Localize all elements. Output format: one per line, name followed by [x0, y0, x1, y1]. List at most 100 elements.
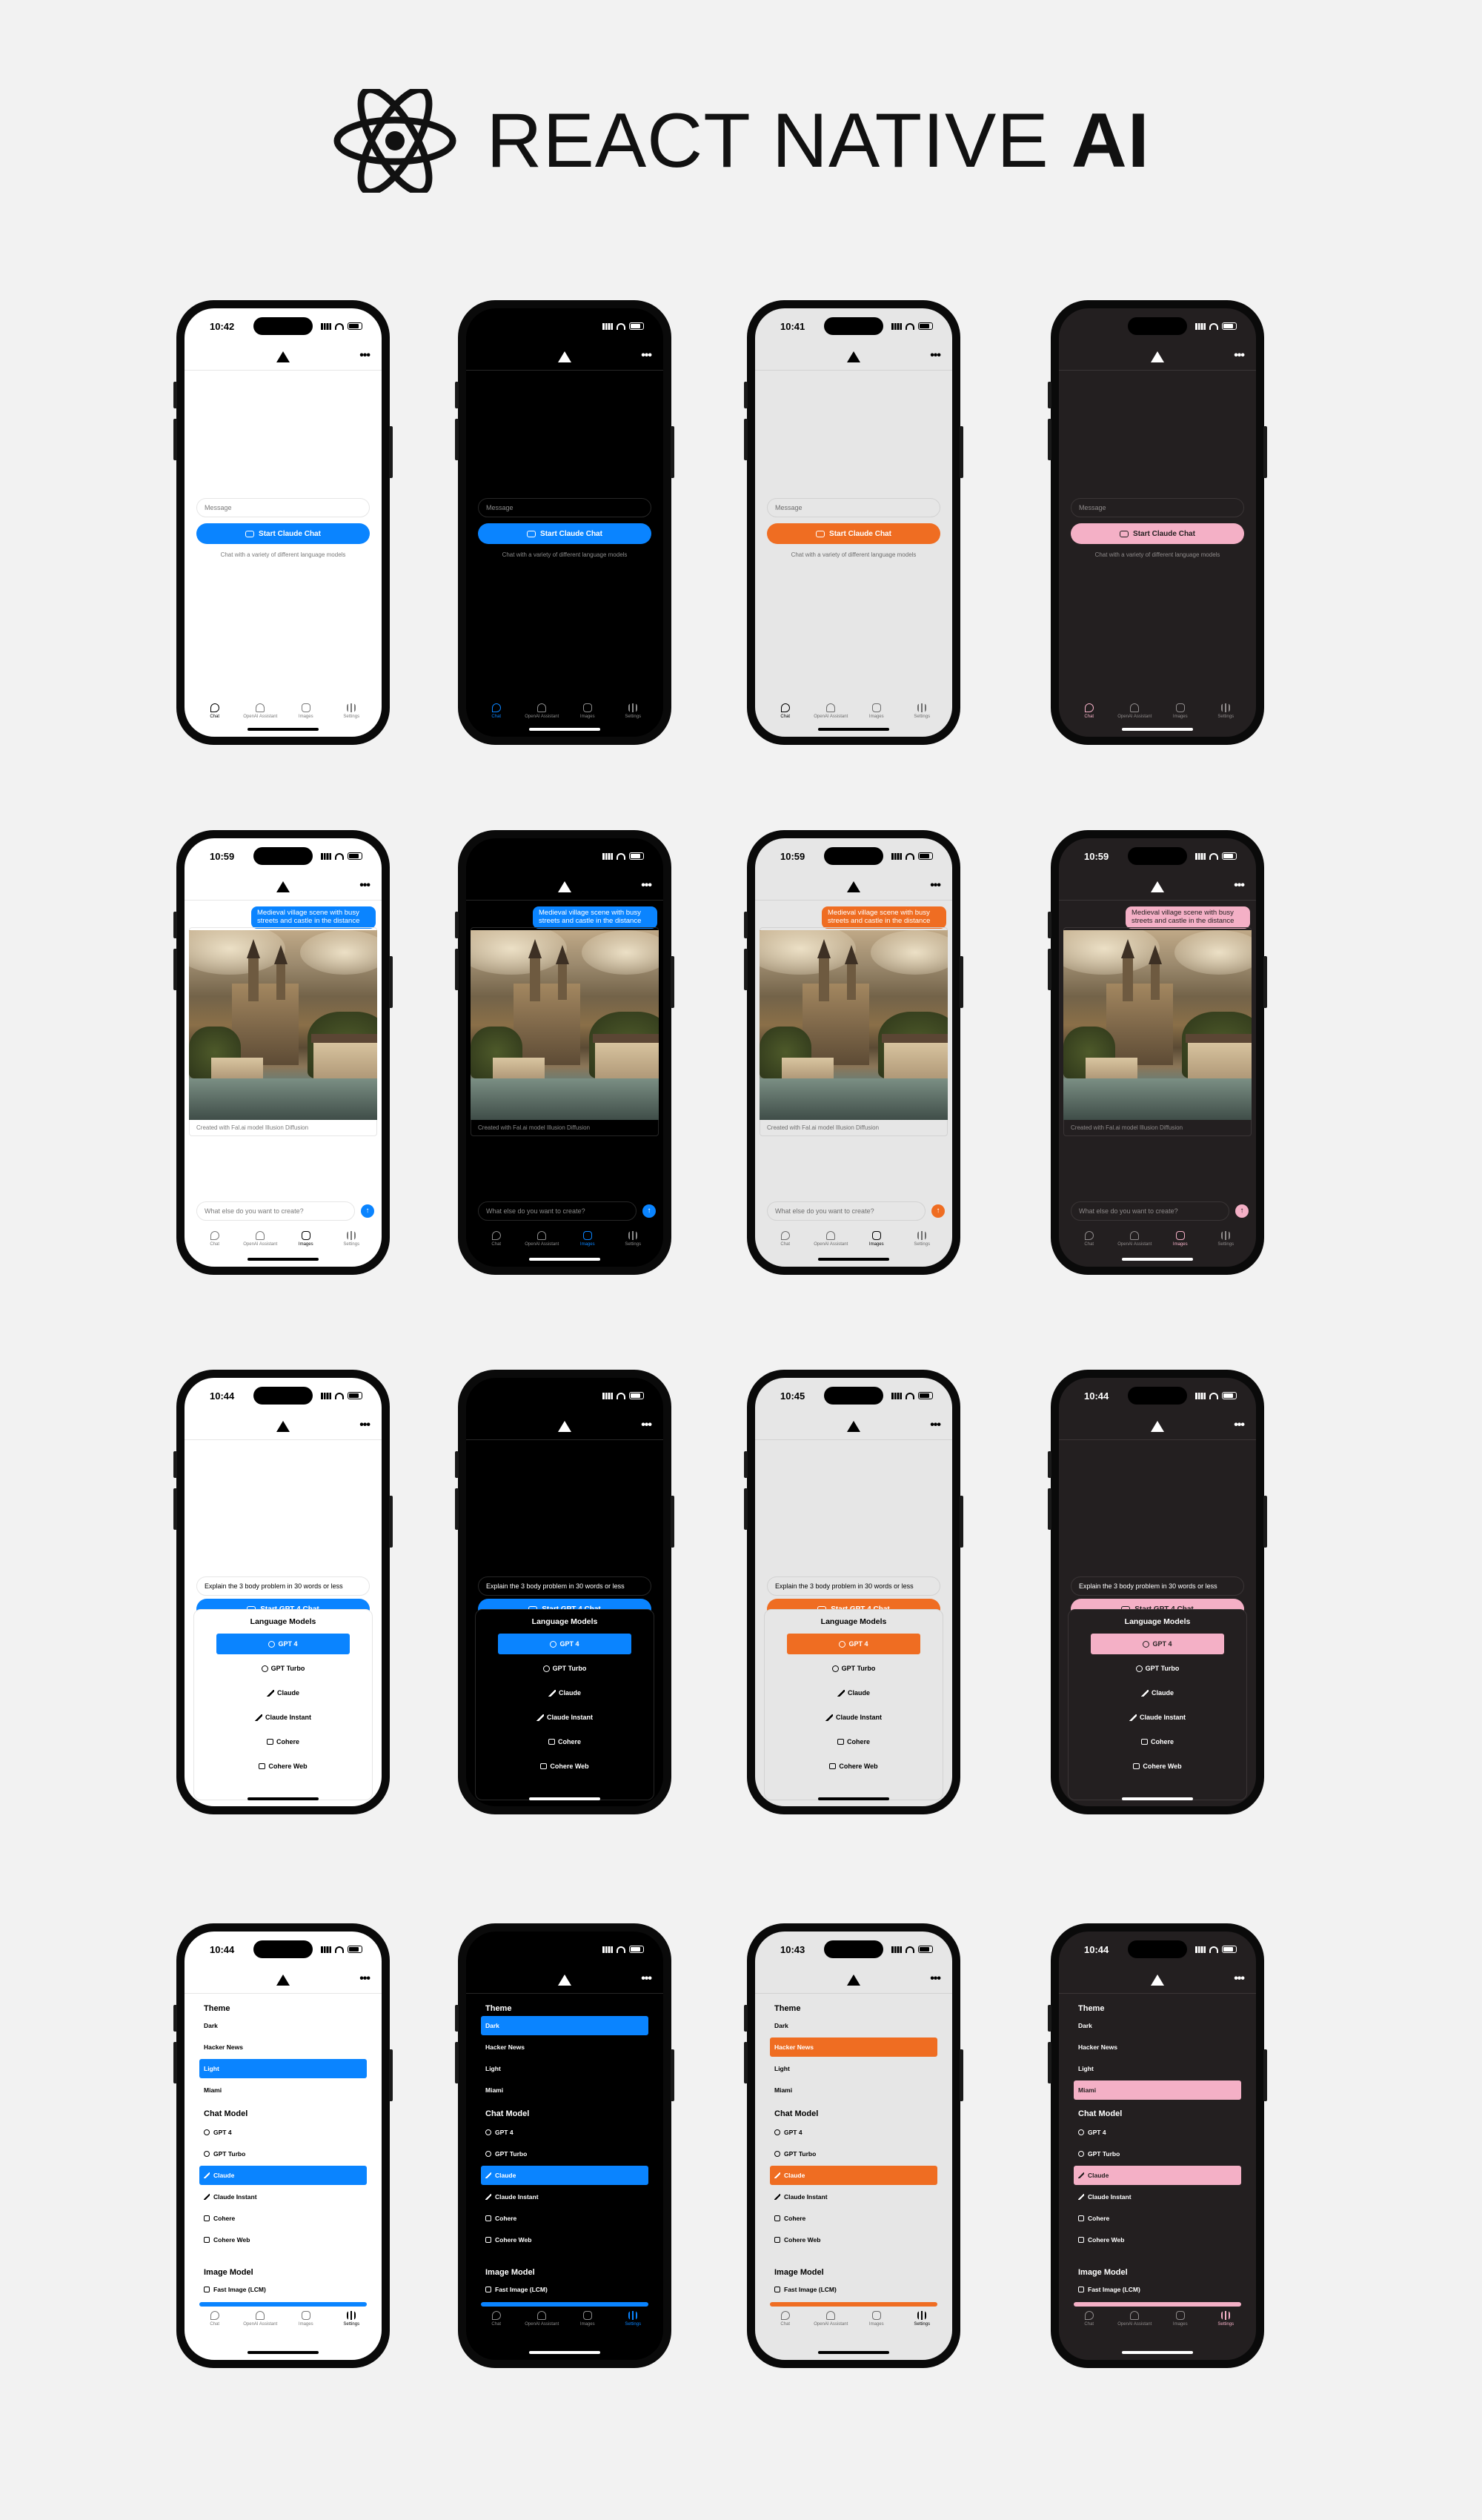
start-chat-button[interactable]: Start Claude Chat	[1071, 523, 1244, 544]
more-options-icon[interactable]: •••	[641, 1972, 652, 1986]
tab-3[interactable]: Settings	[900, 703, 944, 733]
chat-model-option[interactable]: Claude Instant	[199, 2187, 367, 2206]
tab-0[interactable]: Chat	[193, 1231, 237, 1261]
model-option[interactable]: Cohere Web	[1069, 1756, 1246, 1777]
send-button[interactable]: ↑	[931, 1204, 945, 1218]
tab-0[interactable]: Chat	[1067, 2311, 1112, 2341]
chat-model-option[interactable]: Cohere Web	[481, 2230, 648, 2249]
model-option[interactable]: GPT Turbo	[194, 1658, 372, 1679]
chat-model-option[interactable]: GPT 4	[199, 2123, 367, 2142]
chat-model-option[interactable]: Claude	[1074, 2166, 1241, 2185]
more-options-icon[interactable]: •••	[1234, 349, 1245, 362]
tab-0[interactable]: Chat	[474, 2311, 519, 2341]
chat-model-option[interactable]: GPT Turbo	[770, 2144, 937, 2163]
tab-0[interactable]: Chat	[763, 703, 808, 733]
tab-3[interactable]: Settings	[611, 2311, 655, 2341]
model-option[interactable]: Claude Instant	[1069, 1707, 1246, 1728]
tab-2[interactable]: Images	[1158, 1231, 1203, 1261]
image-model-option[interactable]: Fast Image (LCM)	[770, 2280, 937, 2299]
image-model-option-selected[interactable]	[199, 2302, 367, 2307]
theme-option[interactable]: Dark	[199, 2016, 367, 2035]
model-option[interactable]: Cohere	[476, 1731, 654, 1752]
chat-model-option[interactable]: Cohere Web	[770, 2230, 937, 2249]
model-option[interactable]: Claude	[194, 1682, 372, 1703]
tab-0[interactable]: Chat	[1067, 1231, 1112, 1261]
tab-3[interactable]: Settings	[1203, 703, 1248, 733]
tab-1[interactable]: OpenAI Assistant	[519, 2311, 564, 2341]
model-option[interactable]: GPT 4	[787, 1634, 920, 1654]
tab-2[interactable]: Images	[284, 1231, 328, 1261]
image-model-option[interactable]: Fast Image (LCM)	[199, 2280, 367, 2299]
model-option[interactable]: Cohere	[765, 1731, 943, 1752]
tab-3[interactable]: Settings	[611, 703, 655, 733]
tab-1[interactable]: OpenAI Assistant	[238, 1231, 282, 1261]
model-option[interactable]: Cohere	[1069, 1731, 1246, 1752]
chat-model-option[interactable]: Cohere Web	[1074, 2230, 1241, 2249]
prompt-input[interactable]: Explain the 3 body problem in 30 words o…	[767, 1576, 940, 1596]
more-options-icon[interactable]: •••	[1234, 1972, 1245, 1986]
tab-2[interactable]: Images	[565, 1231, 610, 1261]
tab-1[interactable]: OpenAI Assistant	[519, 1231, 564, 1261]
image-model-option-selected[interactable]	[1074, 2302, 1241, 2307]
chat-model-option[interactable]: Claude	[199, 2166, 367, 2185]
tab-3[interactable]: Settings	[329, 703, 373, 733]
theme-option[interactable]: Miami	[1074, 2080, 1241, 2100]
prompt-input[interactable]: Explain the 3 body problem in 30 words o…	[196, 1576, 370, 1596]
create-input[interactable]: What else do you want to create?	[767, 1201, 926, 1221]
chat-model-option[interactable]: Cohere	[770, 2209, 937, 2228]
send-button[interactable]: ↑	[361, 1204, 374, 1218]
tab-2[interactable]: Images	[565, 2311, 610, 2341]
theme-option[interactable]: Dark	[1074, 2016, 1241, 2035]
tab-3[interactable]: Settings	[329, 1231, 373, 1261]
create-input[interactable]: What else do you want to create?	[196, 1201, 355, 1221]
theme-option[interactable]: Dark	[481, 2016, 648, 2035]
tab-2[interactable]: Images	[284, 2311, 328, 2341]
chat-model-option[interactable]: Claude Instant	[770, 2187, 937, 2206]
chat-model-option[interactable]: Claude	[770, 2166, 937, 2185]
model-option[interactable]: GPT 4	[1091, 1634, 1224, 1654]
tab-0[interactable]: Chat	[763, 2311, 808, 2341]
send-button[interactable]: ↑	[642, 1204, 656, 1218]
chat-model-option[interactable]: GPT Turbo	[481, 2144, 648, 2163]
tab-3[interactable]: Settings	[611, 1231, 655, 1261]
more-options-icon[interactable]: •••	[1234, 1419, 1245, 1432]
chat-model-option[interactable]: Claude Instant	[1074, 2187, 1241, 2206]
model-option[interactable]: Cohere Web	[194, 1756, 372, 1777]
more-options-icon[interactable]: •••	[930, 1419, 941, 1432]
theme-option[interactable]: Hacker News	[481, 2037, 648, 2057]
theme-option[interactable]: Hacker News	[770, 2037, 937, 2057]
chat-model-option[interactable]: GPT Turbo	[1074, 2144, 1241, 2163]
message-input[interactable]: Message	[478, 498, 651, 517]
model-option[interactable]: GPT 4	[216, 1634, 350, 1654]
prompt-input[interactable]: Explain the 3 body problem in 30 words o…	[478, 1576, 651, 1596]
tab-1[interactable]: OpenAI Assistant	[238, 2311, 282, 2341]
tab-3[interactable]: Settings	[1203, 1231, 1248, 1261]
theme-option[interactable]: Light	[1074, 2059, 1241, 2078]
tab-1[interactable]: OpenAI Assistant	[808, 2311, 853, 2341]
theme-option[interactable]: Light	[199, 2059, 367, 2078]
chat-model-option[interactable]: Cohere	[481, 2209, 648, 2228]
tab-3[interactable]: Settings	[900, 1231, 944, 1261]
start-chat-button[interactable]: Start Claude Chat	[196, 523, 370, 544]
theme-option[interactable]: Miami	[770, 2080, 937, 2100]
theme-option[interactable]: Miami	[481, 2080, 648, 2100]
image-model-option-selected[interactable]	[481, 2302, 648, 2307]
more-options-icon[interactable]: •••	[359, 1419, 370, 1432]
more-options-icon[interactable]: •••	[359, 349, 370, 362]
chat-model-option[interactable]: GPT 4	[481, 2123, 648, 2142]
theme-option[interactable]: Hacker News	[1074, 2037, 1241, 2057]
tab-1[interactable]: OpenAI Assistant	[808, 1231, 853, 1261]
model-option[interactable]: GPT 4	[498, 1634, 631, 1654]
message-input[interactable]: Message	[1071, 498, 1244, 517]
model-option[interactable]: Cohere	[194, 1731, 372, 1752]
send-button[interactable]: ↑	[1235, 1204, 1249, 1218]
message-input[interactable]: Message	[767, 498, 940, 517]
tab-0[interactable]: Chat	[474, 1231, 519, 1261]
tab-1[interactable]: OpenAI Assistant	[1112, 1231, 1157, 1261]
create-input[interactable]: What else do you want to create?	[1071, 1201, 1229, 1221]
model-option[interactable]: Claude	[476, 1682, 654, 1703]
chat-model-option[interactable]: Cohere	[1074, 2209, 1241, 2228]
chat-model-option[interactable]: GPT 4	[1074, 2123, 1241, 2142]
chat-model-option[interactable]: GPT 4	[770, 2123, 937, 2142]
chat-model-option[interactable]: GPT Turbo	[199, 2144, 367, 2163]
